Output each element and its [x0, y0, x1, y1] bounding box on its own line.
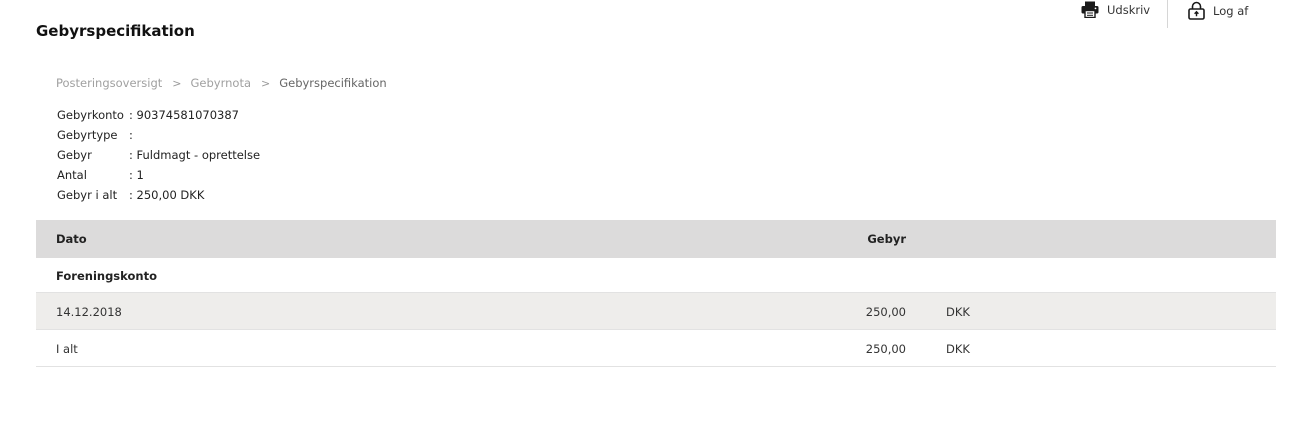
print-label: Udskriv: [1107, 2, 1151, 17]
detail-label: Gebyrkonto: [57, 108, 124, 122]
breadcrumb-separator: >: [261, 76, 271, 90]
detail-row-count: Antal : 1: [57, 167, 260, 187]
detail-value: : 90374581070387: [129, 108, 239, 122]
breadcrumb-item-posteringsoversigt[interactable]: Posteringsoversigt: [56, 76, 162, 90]
total-currency: DKK: [946, 342, 970, 356]
table-row: 14.12.2018 250,00 DKK: [36, 293, 1276, 330]
table-header: Dato Gebyr: [36, 220, 1276, 258]
total-label: I alt: [56, 342, 78, 356]
group-label: Foreningskonto: [56, 269, 157, 283]
breadcrumb: Posteringsoversigt > Gebyrnota > Gebyrsp…: [56, 76, 387, 90]
row-date: 14.12.2018: [56, 305, 122, 319]
breadcrumb-current: Gebyrspecifikation: [279, 76, 387, 90]
detail-row-account: Gebyrkonto : 90374581070387: [57, 107, 260, 127]
table-total-row: I alt 250,00 DKK: [36, 330, 1276, 367]
top-actions: Udskriv Log af: [1068, 0, 1298, 28]
detail-value: :: [129, 128, 133, 142]
table-group-row: Foreningskonto: [36, 258, 1276, 293]
page-title: Gebyrspecifikation: [36, 22, 195, 40]
detail-label: Gebyrtype: [57, 128, 118, 142]
detail-label: Gebyr i alt: [57, 188, 118, 202]
detail-row-total: Gebyr i alt : 250,00 DKK: [57, 187, 260, 207]
column-header-fee: Gebyr: [867, 232, 906, 246]
detail-label: Gebyr: [57, 148, 92, 162]
fee-details: Gebyrkonto : 90374581070387 Gebyrtype : …: [57, 107, 260, 207]
fee-specification-page: Gebyrspecifikation Udskriv Log af Poster…: [0, 0, 1298, 421]
row-amount: 250,00: [865, 305, 906, 319]
detail-value: : 1: [129, 168, 144, 182]
total-amount: 250,00: [865, 342, 906, 356]
detail-value: : Fuldmagt - oprettelse: [129, 148, 261, 162]
action-divider: [1167, 0, 1168, 28]
print-button[interactable]: Udskriv: [1081, 1, 1150, 18]
fee-table: Dato Gebyr Foreningskonto 14.12.2018 250…: [36, 220, 1276, 367]
detail-row-fee: Gebyr : Fuldmagt - oprettelse: [57, 147, 260, 167]
detail-label: Antal: [57, 168, 87, 182]
breadcrumb-separator: >: [172, 76, 182, 90]
logout-label: Log af: [1213, 3, 1249, 18]
logout-button[interactable]: Log af: [1188, 1, 1248, 20]
detail-value: : 250,00 DKK: [129, 188, 205, 202]
breadcrumb-item-gebyrnota[interactable]: Gebyrnota: [191, 76, 252, 90]
lock-icon: [1188, 1, 1205, 20]
printer-icon: [1081, 1, 1099, 18]
column-header-date: Dato: [56, 232, 87, 246]
row-currency: DKK: [946, 305, 970, 319]
detail-row-type: Gebyrtype :: [57, 127, 260, 147]
